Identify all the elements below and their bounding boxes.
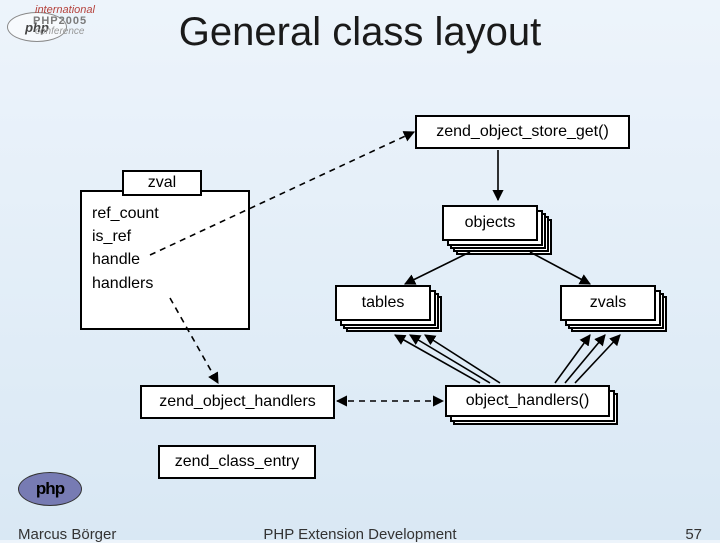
php-logo: php xyxy=(18,472,82,506)
label-zend-object-store-get: zend_object_store_get() xyxy=(436,123,609,140)
label-zend-class-entry: zend_class_entry xyxy=(175,453,300,470)
tables-stack: tables xyxy=(335,285,431,321)
php-logo-text: php xyxy=(36,479,64,499)
object-handlers-stack: object_handlers() xyxy=(445,385,610,417)
zvals-stack: zvals xyxy=(560,285,656,321)
tables-label: tables xyxy=(362,294,405,312)
footer-title: PHP Extension Development xyxy=(0,526,720,543)
zval-field-handle: handle xyxy=(92,248,238,271)
zval-field-ref-count: ref_count xyxy=(92,202,238,225)
zval-field-is-ref: is_ref xyxy=(92,225,238,248)
box-zend-object-store-get: zend_object_store_get() xyxy=(415,115,630,149)
box-zend-class-entry: zend_class_entry xyxy=(158,445,316,479)
object-handlers-label: object_handlers() xyxy=(466,392,590,410)
slide-title: General class layout xyxy=(0,10,720,55)
label-zend-object-handlers: zend_object_handlers xyxy=(159,393,316,410)
objects-stack: objects xyxy=(442,205,538,241)
zval-title: zval xyxy=(122,170,202,196)
zval-field-handlers: handlers xyxy=(92,272,238,295)
zval-struct: zval ref_count is_ref handle handlers xyxy=(80,190,250,330)
objects-label: objects xyxy=(465,214,516,232)
footer-page: 57 xyxy=(685,526,702,543)
zvals-label: zvals xyxy=(590,294,626,312)
box-zend-object-handlers: zend_object_handlers xyxy=(140,385,335,419)
